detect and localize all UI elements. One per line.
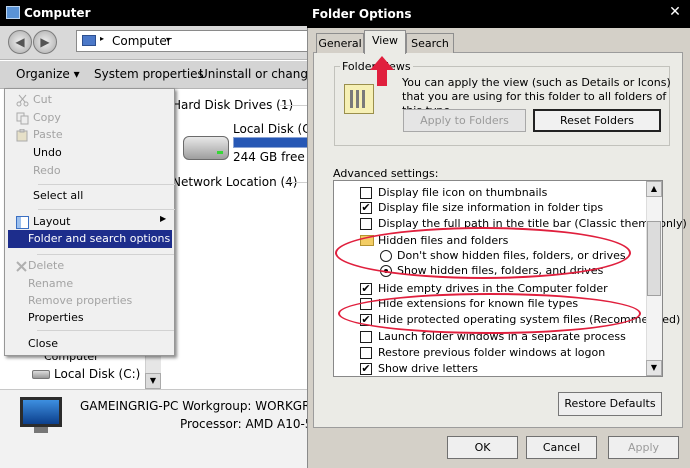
menu-item-select-all[interactable]: Select all [33, 189, 83, 202]
monitor-stand [34, 427, 48, 433]
annotation-oval-hidden-files [335, 227, 631, 279]
checkbox-restore-windows[interactable] [360, 347, 372, 359]
setting-file-size-info[interactable]: Display file size information in folder … [378, 201, 603, 214]
menu-separator [38, 209, 175, 210]
organize-button[interactable]: Organize ▾ [16, 67, 80, 81]
layout-icon [16, 216, 29, 229]
checkbox-file-size-info[interactable]: ✔ [360, 202, 372, 214]
delete-icon [15, 260, 28, 273]
monitor-icon [20, 397, 62, 427]
menu-item-layout[interactable]: Layout [33, 215, 70, 228]
computer-icon [6, 6, 20, 19]
menu-item-undo[interactable]: Undo [33, 146, 62, 159]
system-properties-button[interactable]: System properties [94, 67, 204, 81]
reset-folders-button[interactable]: Reset Folders [533, 109, 661, 132]
setting-display-file-icon[interactable]: Display file icon on thumbnails [378, 186, 547, 199]
setting-show-drive-letters[interactable]: Show drive letters [378, 362, 478, 375]
computer-name: GAMEINGRIG-PC Workgroup: WORKGROUP [80, 399, 336, 413]
menu-item-close[interactable]: Close [28, 337, 58, 350]
scissors-icon [16, 94, 29, 107]
tab-search[interactable]: Search [406, 33, 454, 53]
checkbox-separate-process[interactable] [360, 331, 372, 343]
setting-restore-windows[interactable]: Restore previous folder windows at logon [378, 346, 605, 359]
menu-item-rename[interactable]: Rename [28, 277, 73, 290]
breadcrumb-separator[interactable]: ▸ [100, 34, 104, 43]
scroll-up-icon[interactable]: ▲ [646, 181, 662, 197]
back-button[interactable]: ◀ [8, 30, 32, 54]
menu-item-folder-and-search-options[interactable]: Folder and search options [28, 232, 170, 245]
tab-view[interactable]: View [364, 30, 406, 54]
close-icon[interactable]: ✕ [664, 2, 686, 22]
paste-icon [16, 128, 29, 142]
ok-button[interactable]: OK [447, 436, 518, 459]
breadcrumb-dropdown-icon[interactable]: ▾ [166, 35, 170, 44]
menu-item-properties[interactable]: Properties [28, 311, 84, 324]
forward-button[interactable]: ▶ [33, 30, 57, 54]
menu-item-copy[interactable]: Copy [33, 111, 61, 124]
tree-item-local-disk[interactable]: Local Disk (C:) [54, 367, 140, 381]
scroll-down-icon[interactable]: ▼ [646, 360, 662, 376]
checkbox-full-path[interactable] [360, 218, 372, 230]
apply-to-folders-button[interactable]: Apply to Folders [403, 109, 526, 132]
cancel-button[interactable]: Cancel [526, 436, 597, 459]
menu-item-delete[interactable]: Delete [28, 259, 64, 272]
scrollbar-thumb[interactable] [647, 221, 661, 296]
advanced-settings-label: Advanced settings: [333, 167, 439, 180]
checkbox-hide-empty-drives[interactable]: ✔ [360, 283, 372, 295]
checkbox-display-file-icon[interactable] [360, 187, 372, 199]
group-network-location[interactable]: Network Location (4) [172, 175, 297, 189]
apply-button[interactable]: Apply [608, 436, 679, 459]
checkbox-show-drive-letters[interactable]: ✔ [360, 363, 372, 375]
menu-item-cut[interactable]: Cut [33, 93, 52, 106]
menu-item-remove-properties[interactable]: Remove properties [28, 294, 132, 307]
dialog-title: Folder Options [312, 7, 412, 21]
group-hard-disk-drives[interactable]: Hard Disk Drives (1) [172, 98, 293, 112]
menu-item-redo[interactable]: Redo [33, 164, 61, 177]
annotation-oval-extensions [338, 293, 641, 334]
drive-usage-bar [233, 137, 312, 148]
local-disk-icon [32, 370, 50, 379]
scroll-down-icon[interactable]: ▼ [145, 373, 161, 389]
menu-item-paste[interactable]: Paste [33, 128, 63, 141]
breadcrumb-computer[interactable]: Computer [112, 34, 172, 48]
computer-small-icon [82, 35, 96, 46]
submenu-arrow-icon: ▶ [160, 214, 167, 223]
menu-separator [37, 330, 174, 331]
explorer-title: Computer [24, 6, 91, 20]
menu-separator [37, 254, 174, 255]
hard-drive-icon[interactable] [183, 136, 229, 160]
tab-general[interactable]: General [316, 33, 364, 53]
restore-defaults-button[interactable]: Restore Defaults [558, 392, 662, 416]
copy-icon [16, 112, 29, 125]
annotation-arrow-icon [370, 56, 394, 86]
folder-views-icon-grid [350, 90, 368, 108]
menu-separator [38, 184, 175, 185]
drive-led [217, 151, 223, 154]
